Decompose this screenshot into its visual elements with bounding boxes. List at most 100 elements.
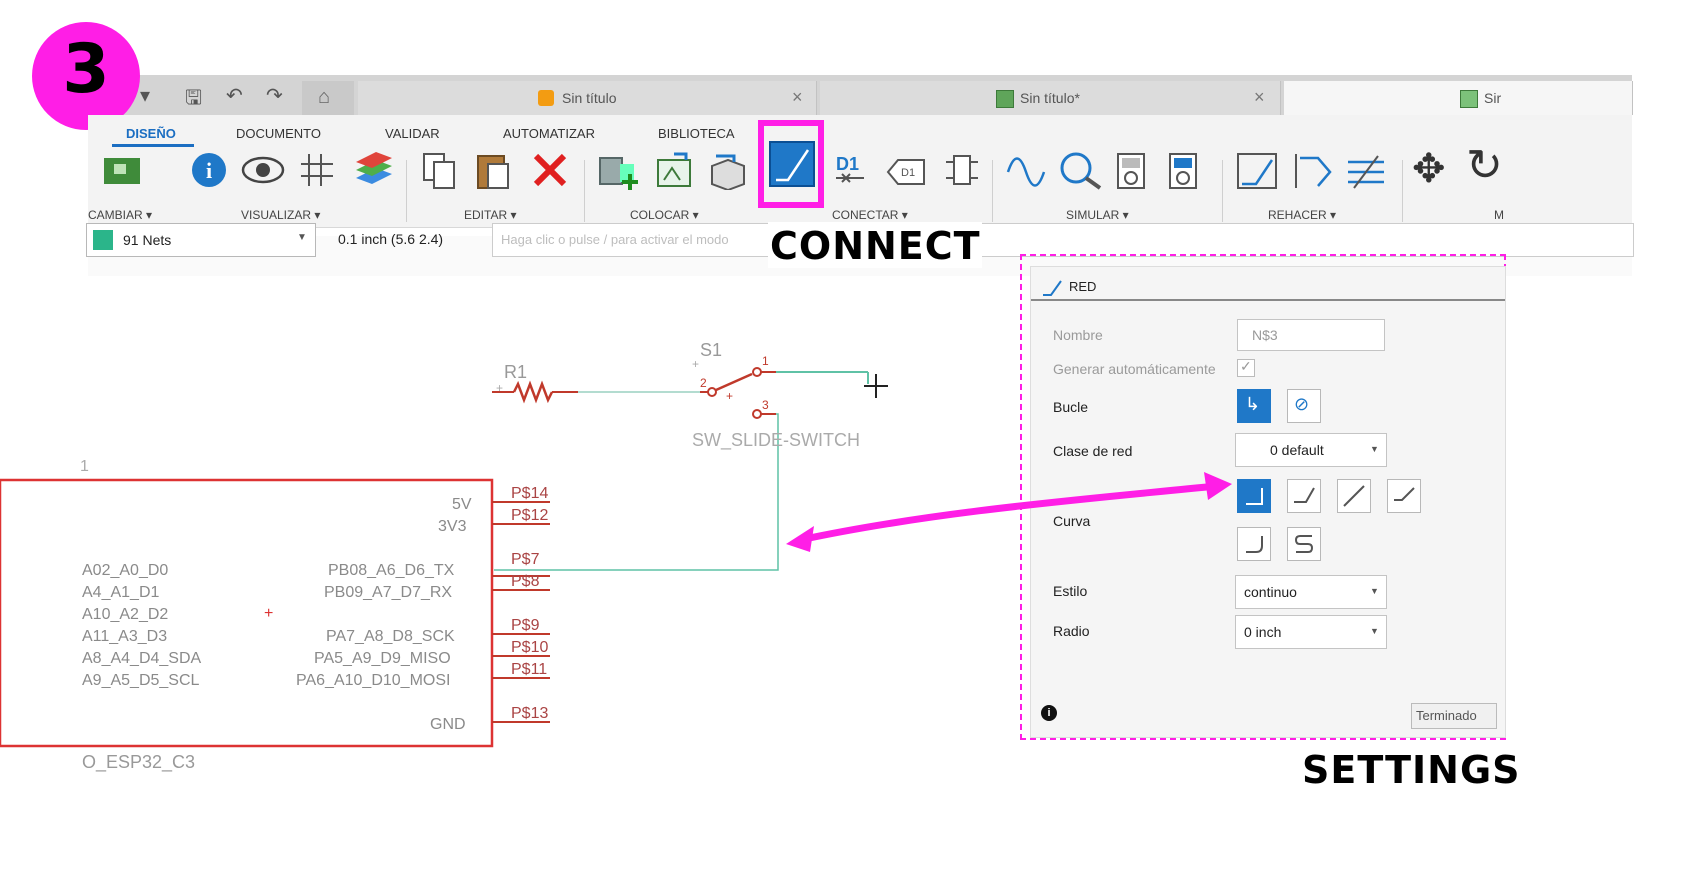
move-icon[interactable]: ✥ [1412, 146, 1446, 192]
meter-2-icon[interactable] [1164, 150, 1210, 190]
pin-a0: A02_A0_D0 [82, 562, 169, 579]
redo-icon[interactable]: ↷ [266, 83, 283, 108]
label-icon[interactable]: D1 [884, 150, 928, 190]
group-modificar[interactable]: M [1494, 208, 1504, 222]
pin-5v: 5V [452, 496, 472, 513]
curve-option-4[interactable] [1387, 479, 1421, 513]
curve-option-2[interactable] [1287, 479, 1321, 513]
bucle-label: Bucle [1053, 399, 1089, 415]
tab-validar[interactable]: VALIDAR [385, 126, 440, 141]
add-part-icon[interactable] [596, 150, 640, 190]
curve-s-icon [1294, 535, 1314, 553]
pin-pa5: PA5_A9_D9_MISO [314, 650, 451, 667]
probe-icon[interactable] [1058, 150, 1104, 190]
source-icon[interactable] [1004, 150, 1048, 190]
close-tab-icon[interactable]: × [1254, 87, 1265, 108]
pin-a1: A4_A1_D1 [82, 584, 160, 601]
undo-icon[interactable]: ↶ [226, 83, 243, 108]
tab-documento[interactable]: DOCUMENTO [236, 126, 321, 141]
ribbon-separator [406, 160, 407, 222]
curve-option-3[interactable] [1337, 479, 1371, 513]
curve-straight-icon [1343, 485, 1365, 507]
loop-off-button[interactable]: ⊘ [1287, 389, 1321, 423]
group-rehacer[interactable]: REHACER ▾ [1268, 208, 1336, 222]
chip-name-label: O_ESP32_C3 [82, 752, 196, 772]
d1-icon[interactable]: D1 [834, 150, 874, 190]
net-select-value: 91 Nets [123, 232, 172, 248]
paste-icon[interactable] [474, 150, 514, 190]
radius-label: Radio [1053, 623, 1090, 639]
s1-pin1: 1 [762, 354, 769, 368]
info-icon[interactable]: i [1041, 705, 1057, 721]
nombre-field[interactable]: N$3 [1237, 319, 1385, 351]
pin-3v3: 3V3 [438, 518, 467, 535]
redo-route-icon[interactable] [1234, 150, 1280, 190]
pin-a5: A9_A5_D5_SCL [82, 672, 200, 689]
tab-document-3[interactable]: Sir [1284, 81, 1633, 115]
pin-pa6: PA6_A10_D10_MOSI [296, 672, 451, 689]
info-icon[interactable]: i [190, 150, 228, 190]
step-badge: 3 [32, 22, 140, 130]
group-conectar[interactable]: CONECTAR ▾ [832, 208, 908, 222]
layers-icon[interactable] [352, 150, 394, 190]
net-select[interactable]: 91 Nets ▼ [86, 223, 316, 257]
tab-automatizar[interactable]: AUTOMATIZAR [503, 126, 595, 141]
done-button[interactable]: Terminado [1411, 703, 1497, 729]
command-input[interactable]: Haga clic o pulse / para activar el modo [492, 223, 1634, 257]
tab-document-1[interactable]: Sin título × [358, 81, 817, 115]
chevron-down-icon: ▼ [1370, 444, 1379, 454]
chevron-down-icon: ▼ [297, 232, 307, 243]
ribbon-separator [1222, 160, 1223, 222]
s1-label: S1 [700, 340, 723, 360]
file-menu-icon[interactable]: ▾ [140, 83, 150, 108]
meter-icon[interactable] [1112, 150, 1158, 190]
change-package-icon[interactable] [100, 150, 144, 190]
grid-icon[interactable] [297, 150, 339, 190]
net-class-select[interactable]: 0 default ▼ [1235, 433, 1387, 467]
group-simular[interactable]: SIMULAR ▾ [1066, 208, 1129, 222]
close-tab-icon[interactable]: × [792, 87, 803, 108]
auto-generate-checkbox[interactable]: ✓ [1237, 358, 1255, 377]
net-tool-button[interactable] [768, 140, 816, 188]
style-select[interactable]: continuo ▼ [1235, 575, 1387, 609]
style-label: Estilo [1053, 583, 1088, 599]
curve-bend-icon [1294, 487, 1315, 503]
group-editar[interactable]: EDITAR ▾ [464, 208, 516, 222]
save-icon[interactable]: 🖫 [185, 83, 202, 117]
document-icon [538, 90, 554, 106]
bend-route-icon[interactable] [1290, 150, 1336, 190]
group-cambiar[interactable]: CAMBIAR ▾ [88, 208, 152, 222]
pin-number: P$13 [511, 705, 549, 722]
pin-number: P$12 [511, 507, 549, 524]
place-3d-icon[interactable] [706, 150, 750, 190]
chevron-down-icon: ▼ [1370, 626, 1379, 636]
svg-text:+: + [264, 605, 273, 622]
schematic-icon [996, 90, 1014, 108]
pin-a3: A11_A3_D3 [82, 628, 168, 645]
eye-icon[interactable] [240, 150, 286, 190]
group-colocar[interactable]: COLOCAR ▾ [630, 208, 699, 222]
tab-diseno[interactable]: DISEÑO [126, 126, 176, 141]
pin-pa7: PA7_A8_D8_SCK [326, 628, 455, 645]
delete-icon[interactable] [530, 150, 570, 190]
miter-icon[interactable] [1344, 150, 1390, 190]
radius-select[interactable]: 0 inch ▼ [1235, 615, 1387, 649]
curve-pointer-arrow [786, 472, 1232, 552]
place-symbol-icon[interactable] [652, 150, 696, 190]
tab-document-2[interactable]: Sin título* × [820, 81, 1281, 115]
schematic-icon [1460, 90, 1478, 108]
tab-title: Sin título* [1020, 90, 1080, 106]
group-visualizar[interactable]: VISUALIZAR ▾ [241, 208, 320, 222]
bus-icon[interactable] [942, 150, 982, 190]
pin-gnd: GND [430, 716, 466, 733]
tab-biblioteca[interactable]: BIBLIOTECA [658, 126, 735, 141]
rotate-icon[interactable]: ↻ [1466, 140, 1503, 191]
chip-name-fragment: 1 [80, 458, 89, 475]
curve-option-6[interactable] [1287, 527, 1321, 561]
home-tab[interactable]: ⌂ [302, 81, 354, 115]
copy-icon[interactable] [420, 150, 460, 190]
loop-icon: ↳ [1245, 394, 1261, 414]
loop-on-button[interactable]: ↳ [1237, 389, 1271, 423]
s1-pin2: 2 [700, 376, 707, 390]
loop-circle-icon: ⊘ [1294, 394, 1310, 414]
